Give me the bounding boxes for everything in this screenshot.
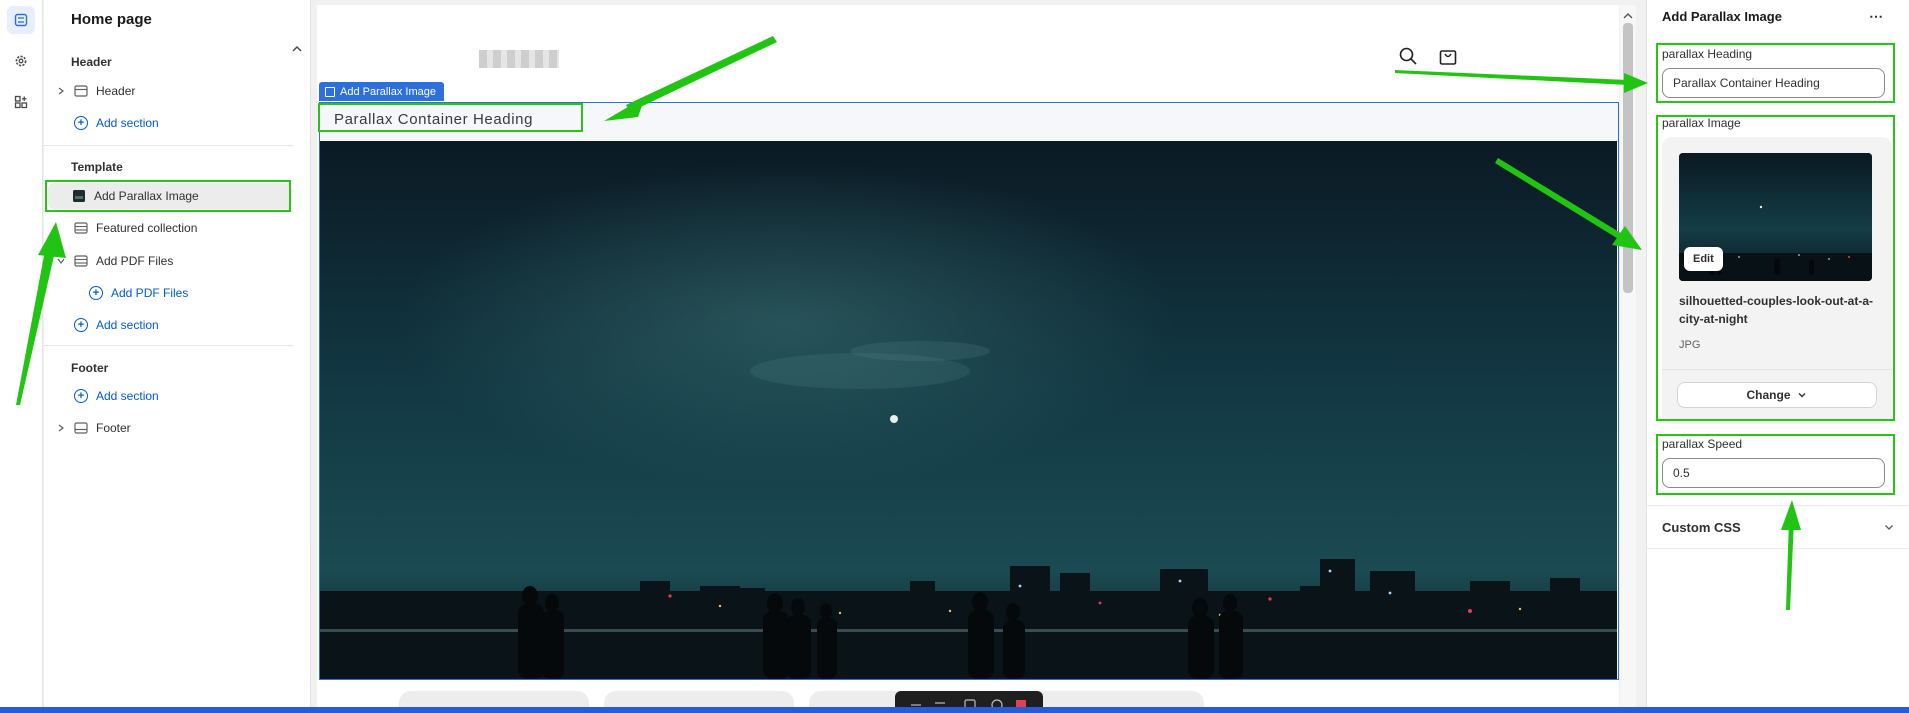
add-block-label: Add PDF Files — [111, 286, 189, 300]
add-section-header-link[interactable]: + Add section — [74, 116, 159, 130]
search-icon[interactable] — [1397, 45, 1419, 67]
icon-rail — [0, 0, 43, 713]
store-logo[interactable] — [479, 50, 559, 68]
plus-circle-icon: + — [74, 116, 88, 130]
add-section-label: Add section — [96, 318, 159, 332]
tree-item-featured-collection[interactable]: Featured collection — [50, 215, 332, 241]
footer-icon — [74, 421, 88, 435]
apps-icon[interactable] — [7, 88, 35, 116]
highlight-box — [1656, 43, 1895, 103]
sections-panel: Home page Header Header + Add section Te… — [44, 0, 311, 713]
add-section-template-link[interactable]: + Add section — [74, 318, 159, 332]
more-options-icon[interactable]: ⋯ — [1869, 8, 1884, 25]
preview-scrollbar[interactable] — [1620, 5, 1636, 708]
tree-item-label: Featured collection — [96, 221, 198, 235]
plus-circle-icon: + — [74, 389, 88, 403]
highlight-box — [318, 103, 583, 132]
section-tag-icon — [325, 86, 335, 97]
gear-icon[interactable] — [7, 47, 35, 75]
section-tag[interactable]: Add Parallax Image — [319, 82, 444, 101]
group-label-footer: Footer — [71, 361, 109, 375]
collection-icon — [74, 221, 88, 235]
plus-circle-icon: + — [89, 286, 103, 300]
collection-icon — [74, 254, 88, 268]
section-tag-label: Add Parallax Image — [340, 85, 436, 98]
tree-item-label: Header — [96, 84, 136, 98]
tree-item-label: Add PDF Files — [96, 254, 174, 268]
add-section-label: Add section — [96, 116, 159, 130]
store-header — [317, 5, 1619, 101]
tree-item-footer[interactable]: Footer — [50, 415, 332, 441]
parallax-section[interactable]: Parallax Container Heading — [319, 102, 1619, 680]
scroll-thumb[interactable] — [1623, 23, 1633, 293]
chevron-right-icon[interactable] — [54, 421, 68, 435]
add-pdf-files-block-link[interactable]: + Add PDF Files — [89, 286, 188, 300]
page-title: Home page — [71, 11, 152, 28]
chevron-right-icon[interactable] — [54, 84, 68, 98]
highlight-box — [45, 180, 291, 212]
tree-item-label: Footer — [96, 421, 131, 435]
tree-item-add-pdf-files[interactable]: Add PDF Files — [50, 248, 332, 274]
header-icon — [74, 84, 88, 98]
sections-icon[interactable] — [7, 6, 35, 34]
add-section-label: Add section — [96, 389, 159, 403]
add-section-footer-link[interactable]: + Add section — [74, 389, 159, 403]
cart-icon[interactable] — [1437, 45, 1459, 67]
divider — [44, 145, 294, 146]
bottom-bar — [0, 707, 1909, 713]
highlight-box — [1656, 434, 1895, 495]
group-label-header: Header — [71, 55, 112, 69]
chevron-down-icon[interactable] — [54, 254, 68, 268]
parallax-image — [320, 141, 1617, 679]
highlight-box — [1656, 115, 1895, 421]
tree-item-header[interactable]: Header — [50, 78, 332, 104]
chevron-down-icon — [1885, 525, 1893, 530]
custom-css-section[interactable]: Custom CSS — [1647, 505, 1909, 549]
group-label-template: Template — [71, 160, 123, 174]
settings-title: Add Parallax Image — [1662, 9, 1782, 24]
plus-circle-icon: + — [74, 318, 88, 332]
collapse-caret-icon[interactable] — [290, 42, 304, 56]
divider — [44, 345, 294, 346]
custom-css-label: Custom CSS — [1662, 519, 1741, 535]
